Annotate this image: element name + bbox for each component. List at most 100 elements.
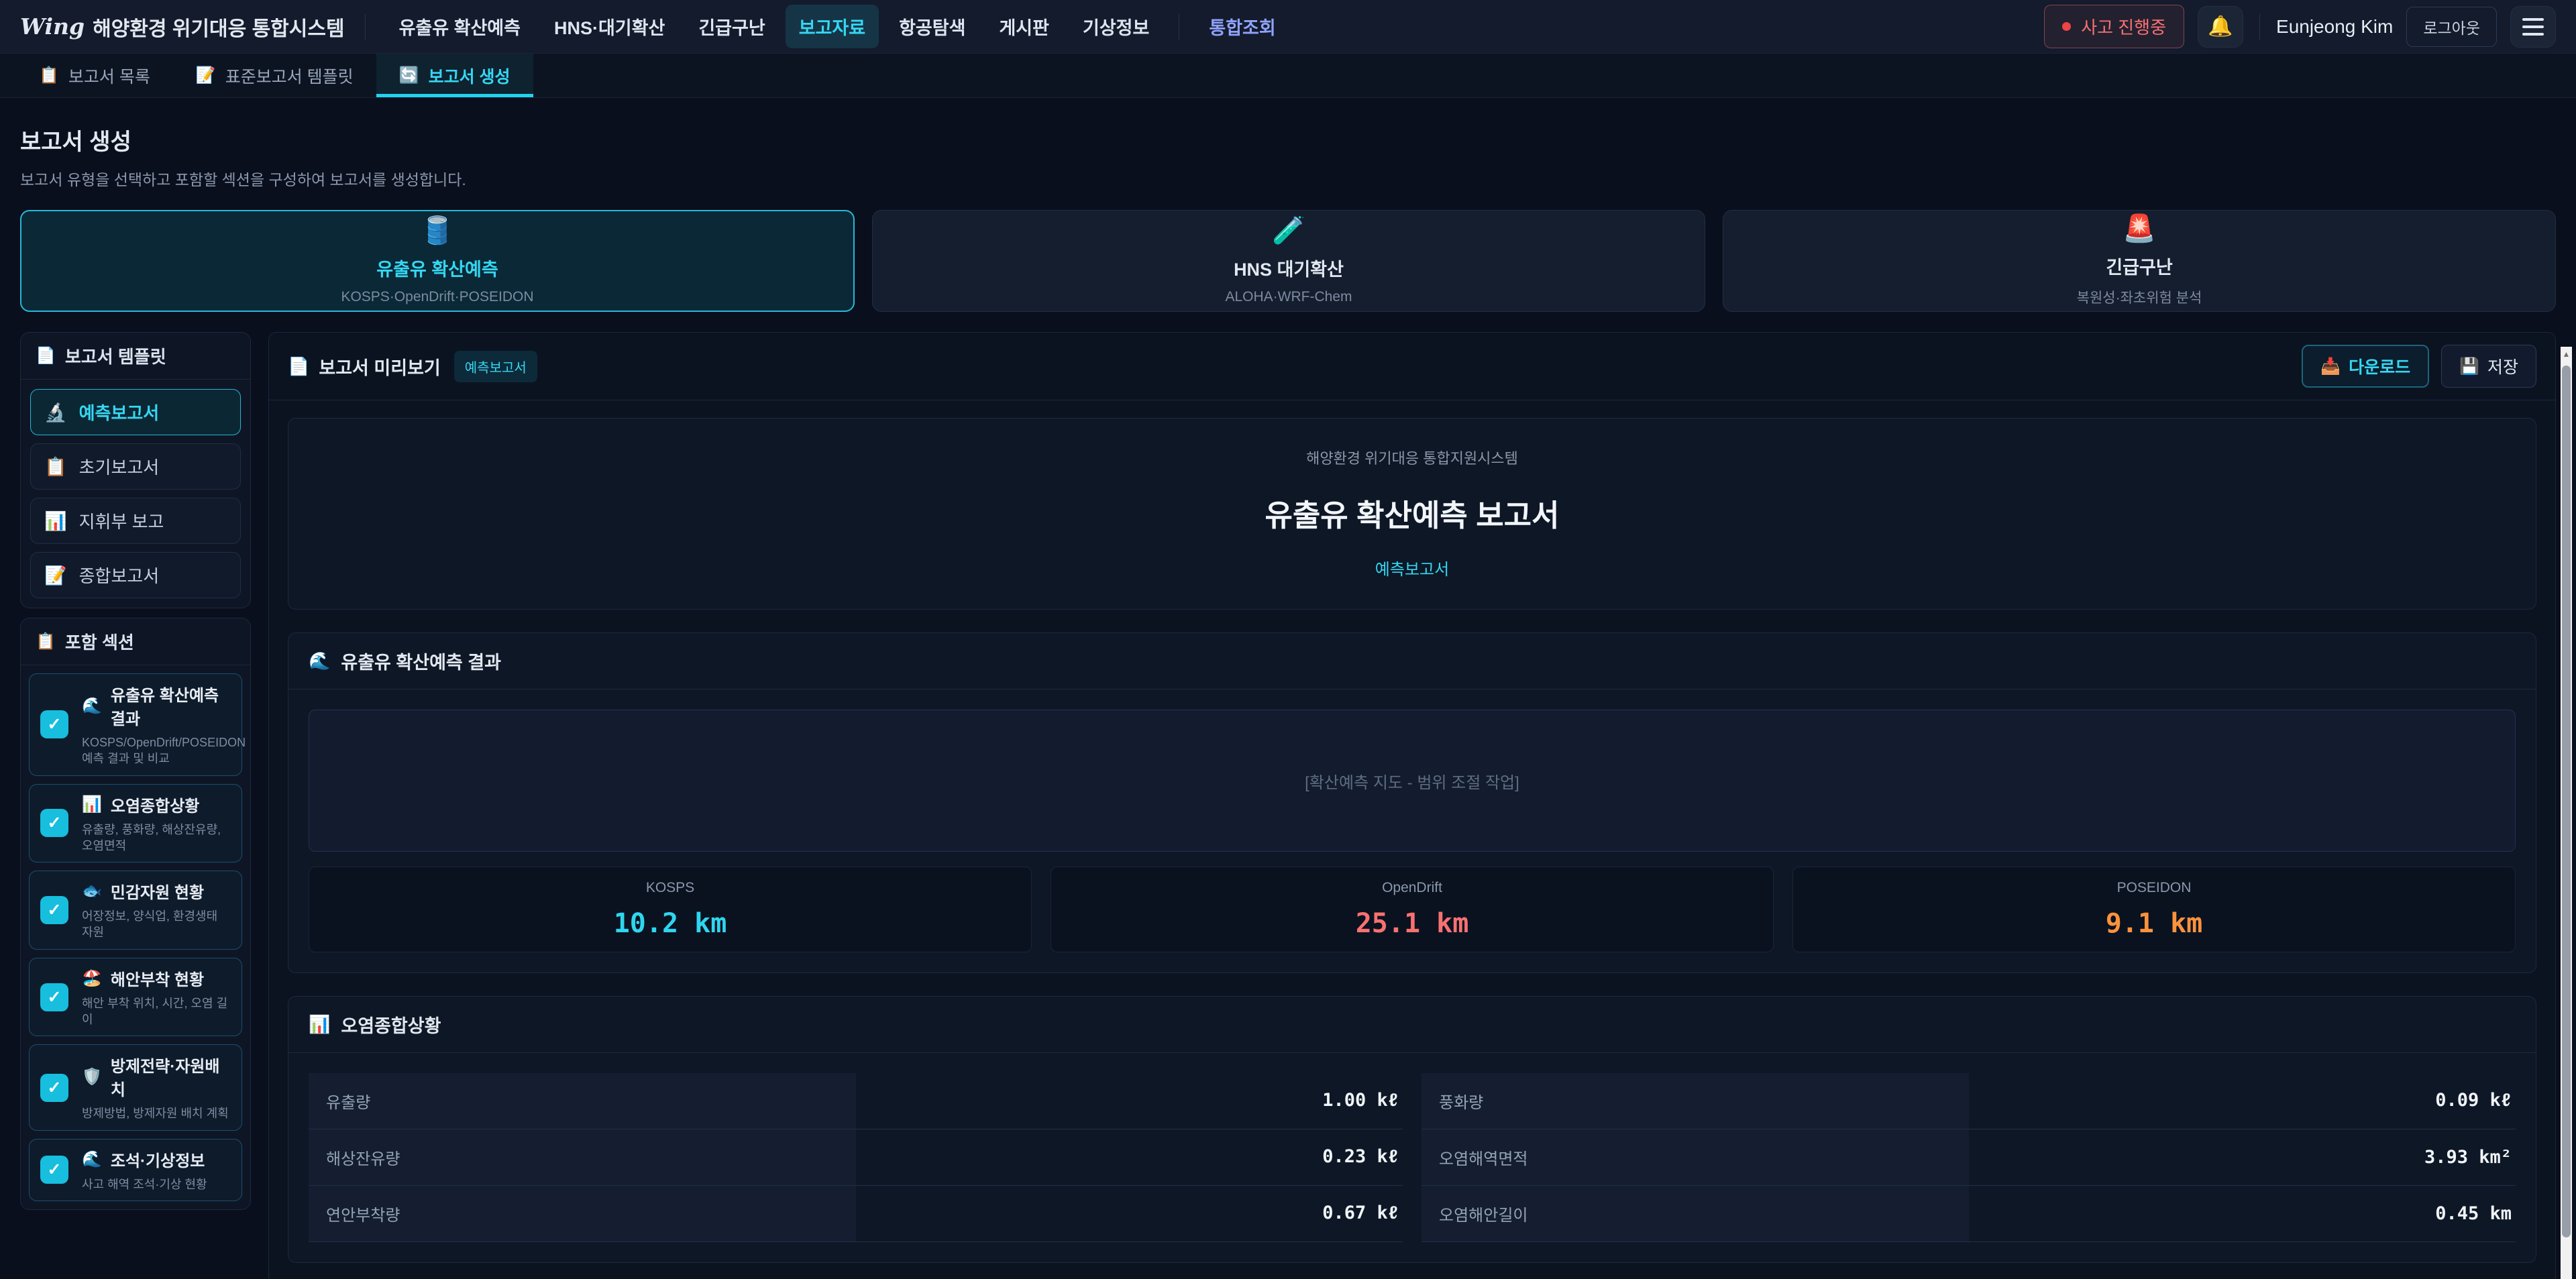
download-button[interactable]: 📥 다운로드 — [2302, 345, 2429, 388]
model-results: KOSPS 10.2 km OpenDrift 25.1 km POSEIDON… — [309, 867, 2516, 952]
pollution-stats-table: 유출량 1.00 kℓ 풍화량 0.09 kℓ 해상잔유량 0.23 kℓ — [309, 1073, 2516, 1242]
test-tube-icon: 🧪 — [1272, 217, 1305, 244]
template-item-comprehensive[interactable]: 📝 종합보고서 — [30, 552, 241, 598]
wave-icon: 🌊 — [82, 696, 102, 716]
report-type-badge: 예측보고서 — [454, 351, 537, 382]
table-row: 풍화량 0.09 kℓ — [1421, 1073, 2516, 1129]
nav-item-rescue[interactable]: 긴급구난 — [685, 5, 778, 48]
section-toggle-pollution[interactable]: ✓ 📊 오염종합상황 유출량, 풍화량, 해상잔유량, 오염면적 — [29, 784, 242, 863]
nav-right-group: 사고 진행중 🔔 Eunjeong Kim 로그아웃 — [2044, 5, 2556, 48]
section-toggle-response[interactable]: ✓ 🛡️ 방제전략·자원배치 방제방법, 방제자원 배치 계획 — [29, 1044, 242, 1130]
report-title: 유출유 확산예측 보고서 — [302, 491, 2522, 535]
report-section-pollution: 📊 오염종합상황 유출량 1.00 kℓ 풍화량 0.09 kℓ — [288, 996, 2536, 1263]
download-icon: 📥 — [2320, 357, 2341, 376]
section-toggle-spill-result[interactable]: ✓ 🌊 유출유 확산예측 결과 KOSPS/OpenDrift/POSEIDON… — [29, 673, 242, 776]
page-title: 보고서 생성 — [20, 123, 2556, 156]
user-name: Eunjeong Kim — [2276, 16, 2393, 38]
checkbox-checked[interactable]: ✓ — [40, 983, 68, 1011]
nav-item-portal[interactable]: 통합조회 — [1195, 5, 1289, 48]
app-logo: Wing 해양환경 위기대응 통합시스템 — [20, 12, 345, 42]
incident-status-badge[interactable]: 사고 진행중 — [2044, 5, 2184, 48]
forecast-map-placeholder: [확산예측 지도 - 범위 조절 작업] — [309, 710, 2516, 852]
hamburger-icon — [2522, 18, 2544, 21]
report-type-rescue[interactable]: 🚨 긴급구난 복원성·좌초위험 분석 — [1723, 210, 2556, 312]
template-item-command[interactable]: 📊 지휘부 보고 — [30, 498, 241, 544]
report-type-oil-spill[interactable]: 🛢️ 유출유 확산예측 KOSPS·OpenDrift·POSEIDON — [20, 210, 855, 312]
checkbox-checked[interactable]: ✓ — [40, 710, 68, 738]
report-tabbar: 📋 보고서 목록 📝 표준보고서 템플릿 🔄 보고서 생성 — [0, 54, 2576, 98]
checkbox-checked[interactable]: ✓ — [40, 809, 68, 837]
model-card-poseidon: POSEIDON 9.1 km — [1792, 867, 2516, 952]
nav-item-aerial-search[interactable]: 항공탐색 — [885, 5, 979, 48]
sections-panel: 📋 포함 섹션 ✓ 🌊 유출유 확산예측 결과 KOSPS/OpenDrift/… — [20, 618, 251, 1210]
logout-button[interactable]: 로그아웃 — [2406, 7, 2497, 47]
template-item-forecast[interactable]: 🔬 예측보고서 — [30, 389, 241, 435]
nav-item-reports[interactable]: 보고자료 — [786, 5, 879, 48]
clipboard-icon: 📋 — [44, 456, 67, 478]
nav-item-hns[interactable]: HNS·대기확산 — [541, 5, 678, 48]
preview-title: 보고서 미리보기 — [319, 353, 440, 380]
document-icon: 📄 — [36, 346, 56, 366]
table-row: 해상잔유량 0.23 kℓ — [309, 1129, 1403, 1186]
wave-icon: 🌊 — [309, 651, 330, 671]
hamburger-menu-button[interactable] — [2510, 6, 2556, 48]
model-value: 10.2 km — [614, 908, 727, 939]
clipboard-icon: 📋 — [39, 66, 59, 85]
notifications-button[interactable]: 🔔 — [2198, 6, 2243, 48]
scrollbar-thumb[interactable] — [2562, 366, 2571, 1237]
section-list: ✓ 🌊 유출유 확산예측 결과 KOSPS/OpenDrift/POSEIDON… — [21, 665, 250, 1209]
checkbox-checked[interactable]: ✓ — [40, 1156, 68, 1184]
report-title-block: 해양환경 위기대응 통합지원시스템 유출유 확산예측 보고서 예측보고서 — [288, 418, 2536, 610]
tab-report-generate[interactable]: 🔄 보고서 생성 — [376, 54, 533, 97]
logo-wing-mark: Wing — [20, 13, 85, 40]
section-toggle-sensitive[interactable]: ✓ 🐟 민감자원 현황 어장정보, 양식업, 환경생태 자원 — [29, 871, 242, 950]
table-row: 연안부착량 0.67 kℓ — [309, 1186, 1403, 1242]
report-type-link: 예측보고서 — [302, 556, 2522, 579]
beach-icon: 🏖️ — [82, 968, 102, 988]
nav-item-oil-spill[interactable]: 유출유 확산예측 — [386, 5, 534, 48]
preview-actions: 📥 다운로드 💾 저장 — [2302, 345, 2536, 388]
section-toggle-shoreline[interactable]: ✓ 🏖️ 해안부착 현황 해안 부착 위치, 시간, 오염 길이 — [29, 958, 242, 1037]
workspace: 📄 보고서 템플릿 🔬 예측보고서 📋 초기보고서 📊 지휘부 보고 — [20, 332, 2556, 1279]
user-divider — [2259, 13, 2260, 40]
bar-chart-icon: 📊 — [82, 795, 102, 814]
fish-icon: 🐟 — [82, 881, 102, 901]
scrollbar-up-arrow[interactable]: ▲ — [2561, 347, 2572, 362]
templates-panel: 📄 보고서 템플릿 🔬 예측보고서 📋 초기보고서 📊 지휘부 보고 — [20, 332, 251, 608]
sections-panel-header: 📋 포함 섹션 — [21, 618, 250, 665]
nav-divider — [365, 13, 366, 40]
preview-body: 해양환경 위기대응 통합지원시스템 유출유 확산예측 보고서 예측보고서 🌊 유… — [269, 400, 2555, 1279]
model-card-kosps: KOSPS 10.2 km — [309, 867, 1032, 952]
incident-label: 사고 진행중 — [2081, 14, 2166, 39]
checkbox-checked[interactable]: ✓ — [40, 1074, 68, 1102]
app-title: 해양환경 위기대응 통합시스템 — [93, 12, 344, 42]
memo-icon: 📝 — [196, 66, 216, 85]
tab-report-list[interactable]: 📋 보고서 목록 — [16, 54, 173, 97]
table-row: 오염해역면적 3.93 km² — [1421, 1129, 2516, 1186]
checkbox-checked[interactable]: ✓ — [40, 896, 68, 924]
clipboard-icon: 📋 — [36, 632, 56, 651]
nav-item-weather[interactable]: 기상정보 — [1069, 5, 1163, 48]
section-toggle-tide-weather[interactable]: ✓ 🌊 조석·기상정보 사고 해역 조석·기상 현황 — [29, 1139, 242, 1201]
bar-chart-icon: 📊 — [44, 510, 67, 532]
report-org: 해양환경 위기대응 통합지원시스템 — [302, 447, 2522, 468]
bell-icon: 🔔 — [2208, 15, 2233, 38]
model-card-opendrift: OpenDrift 25.1 km — [1051, 867, 1774, 952]
siren-icon: 🚨 — [2123, 215, 2156, 242]
microscope-icon: 🔬 — [44, 402, 67, 423]
sidebar: 📄 보고서 템플릿 🔬 예측보고서 📋 초기보고서 📊 지휘부 보고 — [20, 332, 251, 1210]
model-value: 25.1 km — [1356, 908, 1469, 939]
wave-icon: 🌊 — [82, 1150, 102, 1169]
main-nav: 유출유 확산예측 HNS·대기확산 긴급구난 보고자료 항공탐색 게시판 기상정… — [386, 5, 1289, 48]
template-item-initial[interactable]: 📋 초기보고서 — [30, 443, 241, 490]
nav-item-board[interactable]: 게시판 — [985, 5, 1063, 48]
tab-report-template[interactable]: 📝 표준보고서 템플릿 — [173, 54, 376, 97]
report-type-hns[interactable]: 🧪 HNS 대기확산 ALOHA·WRF-Chem — [872, 210, 1705, 312]
bar-chart-icon: 📊 — [309, 1014, 330, 1035]
preview-header: 📄 보고서 미리보기 예측보고서 📥 다운로드 💾 저장 — [269, 333, 2555, 400]
refresh-icon: 🔄 — [399, 66, 419, 85]
preview-scrollbar[interactable]: ▲ — [2561, 347, 2572, 1279]
oil-drum-icon: 🛢️ — [421, 217, 454, 244]
report-section-spill-result: 🌊 유출유 확산예측 결과 [확산예측 지도 - 범위 조절 작업] KOSPS… — [288, 632, 2536, 973]
save-button[interactable]: 💾 저장 — [2441, 345, 2536, 388]
